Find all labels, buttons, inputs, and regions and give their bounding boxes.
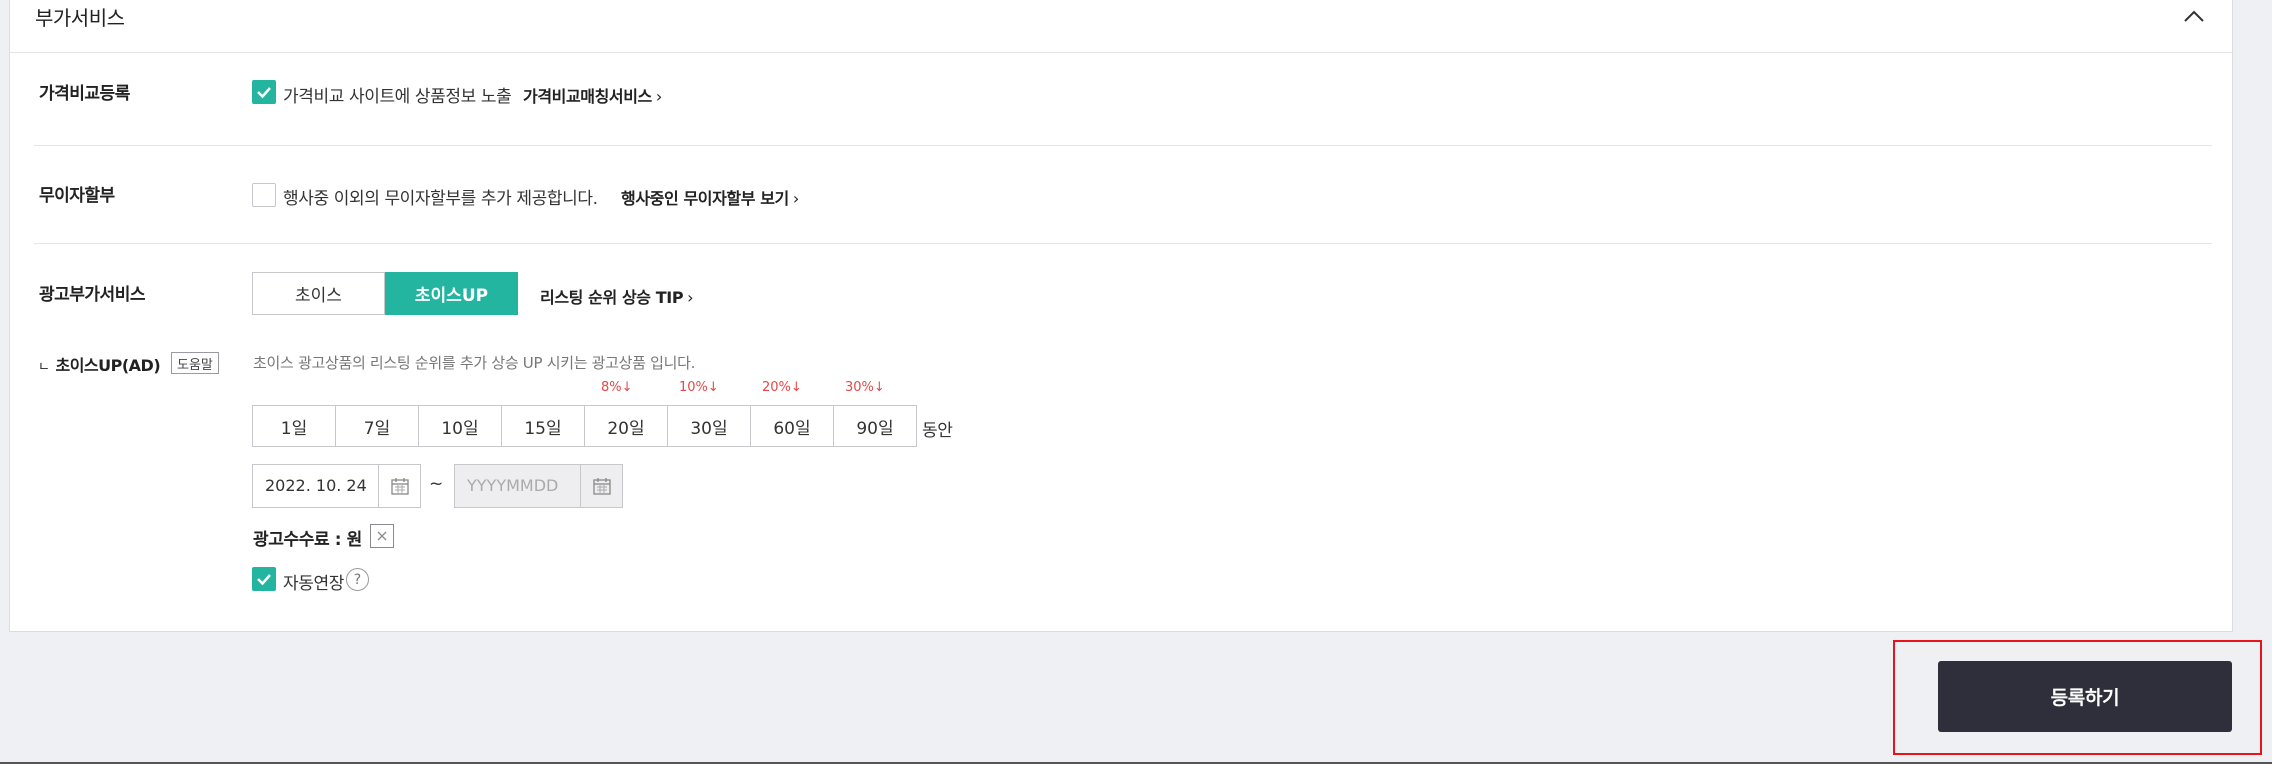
highlight-box [1893, 640, 2262, 755]
close-icon[interactable] [370, 524, 394, 548]
choice-up-label: ㄴ 초이스UP(AD) [38, 352, 161, 376]
panel-header: 부가서비스 [10, 0, 2232, 53]
duration-option[interactable]: 60일 [751, 406, 834, 446]
section-title: 부가서비스 [35, 6, 125, 30]
check-icon [257, 574, 271, 586]
row-divider [34, 243, 2212, 244]
sub-prefix: ㄴ [38, 360, 50, 375]
listing-tip-link[interactable]: 리스팅 순위 상승 TIP › [540, 284, 694, 308]
link-label: 행사중인 무이자할부 보기 [621, 189, 789, 208]
price-compare-text: 가격비교 사이트에 상품정보 노출 [283, 87, 512, 107]
end-date-placeholder: YYYYMMDD [467, 476, 559, 495]
check-icon [257, 87, 271, 99]
duration-suffix: 동안 [922, 421, 953, 441]
start-date-value: 2022. 10. 24 [265, 476, 367, 495]
start-date-field[interactable]: 2022. 10. 24 [252, 464, 421, 508]
duration-option[interactable]: 10일 [419, 406, 502, 446]
duration-option[interactable]: 1일 [253, 406, 336, 446]
row-divider [34, 145, 2212, 146]
ad-fee-label: 광고수수료 : 원 [253, 530, 362, 550]
calendar-icon[interactable] [580, 465, 622, 507]
duration-option[interactable]: 90일 [834, 406, 916, 446]
installment-checkbox[interactable] [252, 183, 276, 207]
end-date-field[interactable]: YYYYMMDD [454, 464, 623, 508]
price-compare-checkbox[interactable] [252, 80, 276, 104]
installment-label: 무이자할부 [39, 186, 115, 206]
auto-renew-label: 자동연장 [283, 574, 344, 594]
chevron-right-icon: › [687, 288, 694, 307]
choice-option-button[interactable]: 초이스 [252, 272, 385, 315]
chevron-up-icon[interactable] [2180, 2, 2208, 30]
help-badge[interactable]: 도움말 [171, 352, 219, 374]
choice-up-label-text: 초이스UP(AD) [55, 356, 161, 375]
help-question-icon[interactable]: ? [346, 568, 369, 591]
duration-option[interactable]: 30일 [668, 406, 751, 446]
chevron-right-icon: › [792, 189, 799, 208]
ad-service-label: 광고부가서비스 [39, 285, 145, 305]
choice-up-description: 초이스 광고상품의 리스팅 순위를 추가 상승 UP 시키는 광고상품 입니다. [253, 354, 696, 372]
discount-90-label: 30%↓ [845, 380, 885, 395]
duration-option[interactable]: 15일 [502, 406, 585, 446]
auto-renew-checkbox[interactable] [252, 567, 276, 591]
installment-text: 행사중 이외의 무이자할부를 추가 제공합니다. [283, 189, 598, 209]
duration-option[interactable]: 7일 [336, 406, 419, 446]
link-label: 가격비교매칭서비스 [523, 87, 652, 106]
discount-30-label: 10%↓ [679, 380, 719, 395]
price-compare-matching-link[interactable]: 가격비교매칭서비스 › [523, 83, 662, 107]
choice-up-option-button[interactable]: 초이스UP [385, 272, 518, 315]
installment-view-link[interactable]: 행사중인 무이자할부 보기 › [621, 185, 799, 209]
calendar-icon[interactable] [378, 465, 420, 507]
chevron-right-icon: › [655, 87, 662, 106]
date-range-separator: ~ [429, 474, 443, 494]
duration-option[interactable]: 20일 [585, 406, 668, 446]
additional-services-panel: 부가서비스 가격비교등록 가격비교 사이트에 상품정보 노출 가격비교매칭서비스… [9, 0, 2233, 632]
discount-20-label: 8%↓ [601, 380, 633, 395]
discount-60-label: 20%↓ [762, 380, 802, 395]
link-label: 리스팅 순위 상승 TIP [540, 288, 684, 307]
price-compare-label: 가격비교등록 [39, 84, 130, 104]
duration-selector: 1일 7일 10일 15일 20일 30일 60일 90일 [252, 405, 917, 447]
